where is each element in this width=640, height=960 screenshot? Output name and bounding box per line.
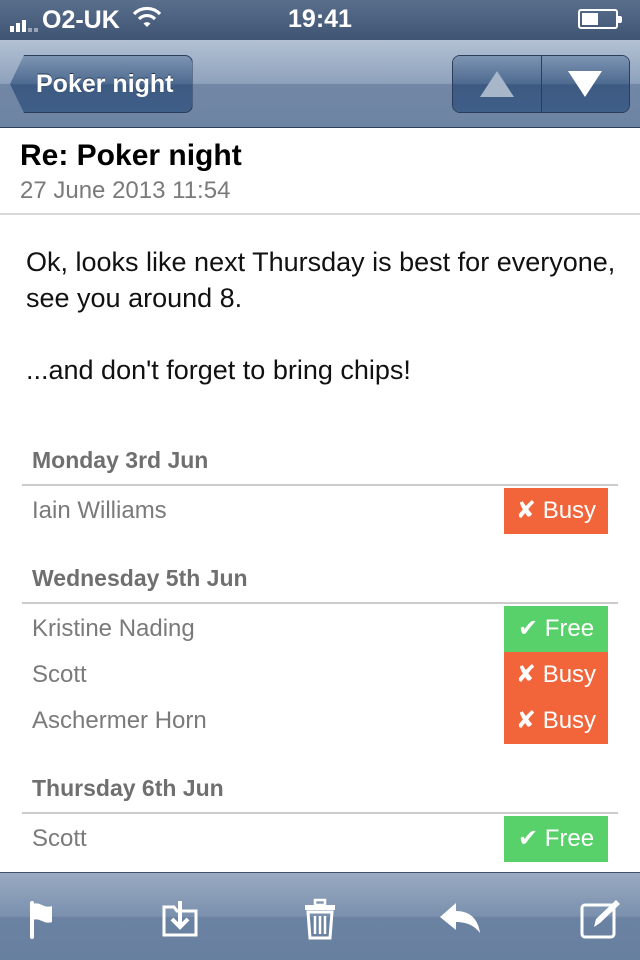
message-date: 27 June 2013 11:54 — [20, 177, 231, 204]
person-name: Iain Williams — [32, 497, 167, 524]
status-badge: ✘ Busy — [504, 652, 608, 698]
day-heading: Thursday 6th Jun — [22, 768, 618, 814]
move-button[interactable] — [156, 895, 204, 943]
navigation-bar: Poker night — [0, 40, 640, 128]
person-name: Kristine Nading — [32, 615, 195, 642]
status-bar: O2-UK 19:41 — [0, 0, 640, 40]
previous-message-button[interactable] — [453, 56, 541, 112]
day-section: Wednesday 5th Jun Kristine Nading ✔ Free… — [22, 558, 618, 744]
person-name: Scott — [32, 825, 87, 852]
battery-icon — [578, 9, 622, 29]
status-badge: ✔ Free — [504, 816, 608, 862]
flag-button[interactable] — [20, 895, 68, 943]
status-badge: ✘ Busy — [504, 488, 608, 534]
person-row: Iain Williams ✘ Busy — [22, 488, 618, 534]
person-name: Aschermer Horn — [32, 707, 207, 734]
person-row: Aschermer Horn ✘ Busy — [22, 698, 618, 744]
day-section: Thursday 6th Jun Scott ✔ Free — [22, 768, 618, 862]
reply-button[interactable] — [436, 895, 484, 943]
mail-header: Re: Poker night 27 June 2013 11:54 — [0, 129, 640, 215]
back-button[interactable]: Poker night — [10, 55, 193, 113]
bottom-toolbar — [0, 872, 640, 960]
message-body: Ok, looks like next Thursday is best for… — [26, 244, 616, 388]
message-subject: Re: Poker night — [20, 139, 242, 172]
move-to-folder-icon — [162, 901, 198, 937]
person-row: Scott ✔ Free — [22, 816, 618, 862]
up-arrow-icon — [479, 71, 514, 97]
person-row: Scott ✘ Busy — [22, 652, 618, 698]
flag-icon — [30, 901, 52, 939]
down-arrow-icon — [568, 71, 603, 97]
message-navigation-control — [452, 55, 630, 113]
person-row: Kristine Nading ✔ Free — [22, 606, 618, 652]
status-badge: ✔ Free — [504, 606, 608, 652]
status-badge: ✘ Busy — [504, 698, 608, 744]
next-message-button[interactable] — [540, 56, 629, 112]
day-section: Monday 3rd Jun Iain Williams ✘ Busy — [22, 440, 618, 534]
compose-button[interactable] — [576, 895, 624, 943]
body-paragraph: Ok, looks like next Thursday is best for… — [26, 247, 616, 313]
compose-icon — [580, 900, 620, 939]
clock: 19:41 — [288, 5, 352, 33]
day-heading: Wednesday 5th Jun — [22, 558, 618, 604]
body-paragraph: ...and don't forget to bring chips! — [26, 355, 411, 385]
trash-icon — [305, 898, 335, 940]
availability-schedule: Monday 3rd Jun Iain Williams ✘ Busy Wedn… — [22, 440, 618, 886]
reply-icon — [440, 903, 480, 933]
person-name: Scott — [32, 661, 87, 688]
trash-button[interactable] — [296, 895, 344, 943]
day-heading: Monday 3rd Jun — [22, 440, 618, 486]
